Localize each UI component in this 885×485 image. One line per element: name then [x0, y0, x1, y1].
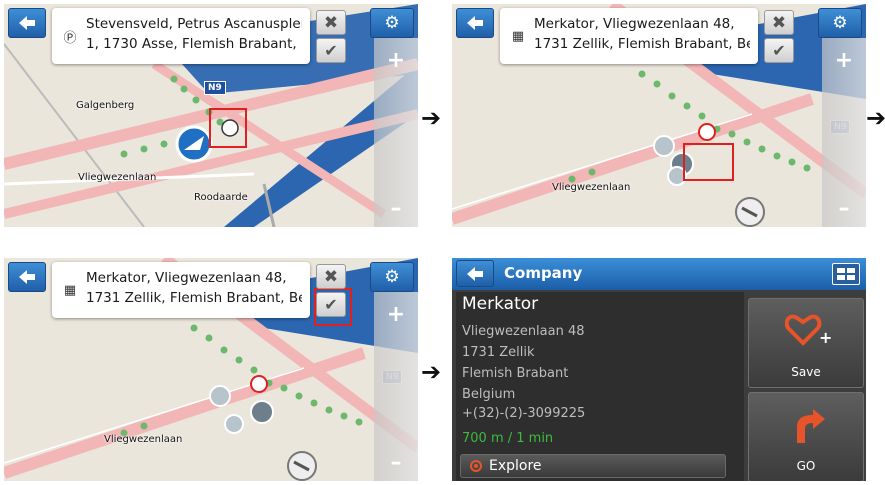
go-button[interactable]: GO	[748, 392, 864, 481]
address-callout[interactable]: Ⓟ Stevensveld, Petrus Ascanusplein 1, 17…	[52, 8, 310, 64]
back-button[interactable]	[456, 8, 494, 38]
back-arrow-icon	[467, 266, 483, 281]
building-icon: ▦	[63, 282, 77, 298]
back-button[interactable]	[8, 8, 46, 38]
map-panel-1: Galgenberg Vliegwezenlaan Roodaarde N9 Ⓟ…	[4, 4, 418, 227]
address-line-1: Stevensveld, Petrus Ascanusplein	[86, 16, 302, 32]
address-line-2: 1, 1730 Asse, Flemish Brabant, B...	[86, 36, 302, 52]
poi-phone: +(32)-(2)-3099225	[462, 406, 586, 421]
details-title: Company	[504, 264, 583, 282]
save-button[interactable]: + Save	[748, 298, 864, 388]
zoom-out-button[interactable]: –	[374, 442, 418, 481]
poi-distance: 700 m / 1 min	[462, 431, 554, 446]
go-label: GO	[796, 459, 816, 473]
address-line-1: Merkator, Vliegwezenlaan 48,	[534, 16, 735, 32]
checkmark-icon: ✔	[324, 41, 338, 60]
address-line-2: 1731 Zellik, Flemish Brabant, Bel...	[534, 36, 750, 52]
explore-label: Explore	[489, 458, 542, 474]
map-label-vliegwezenlaan: Vliegwezenlaan	[104, 434, 183, 445]
poi-region: Flemish Brabant	[462, 366, 569, 381]
address-line-1: Merkator, Vliegwezenlaan 48,	[86, 270, 287, 286]
map-label-galgenberg: Galgenberg	[76, 100, 135, 111]
target-poi-icon	[698, 123, 716, 141]
step-arrow-3: ➔	[421, 358, 442, 386]
map-label-roodaarde: Roodaarde	[194, 192, 248, 203]
back-arrow-icon	[467, 16, 483, 30]
menu-button[interactable]	[832, 263, 860, 285]
back-button[interactable]	[456, 260, 494, 287]
confirm-button[interactable]: ✔	[764, 38, 794, 63]
crosshair-icon	[470, 460, 482, 472]
poi-city: 1731 Zellik	[462, 345, 535, 360]
close-icon: ✖	[323, 266, 339, 287]
settings-button[interactable]: ⚙	[370, 8, 414, 38]
grid-icon	[837, 268, 855, 280]
zoom-in-button[interactable]: +	[822, 40, 866, 80]
poi-details-panel: Company Merkator Vliegwezenlaan 48 1731 …	[452, 258, 866, 481]
highlight-box	[683, 143, 734, 181]
map-panel-2: Vliegwezenlaan N9 ▦ Merkator, Vliegwezen…	[452, 4, 866, 227]
zoom-out-button[interactable]: –	[374, 188, 418, 227]
address-line-2: 1731 Zellik, Flemish Brabant, Bel...	[86, 290, 302, 306]
address-callout[interactable]: ▦ Merkator, Vliegwezenlaan 48, 1731 Zell…	[52, 262, 310, 318]
step-arrow-1: ➔	[421, 104, 442, 132]
poi-street: Vliegwezenlaan 48	[462, 324, 585, 339]
map-panel-3: Vliegwezenlaan N9 ▦ Merkator, Vliegwezen…	[4, 258, 418, 481]
gear-icon: ⚙	[832, 13, 848, 33]
checkmark-icon: ✔	[772, 41, 786, 60]
back-arrow-icon	[19, 16, 35, 30]
gear-icon: ⚙	[384, 13, 400, 33]
map-label-vliegwezenlaan: Vliegwezenlaan	[78, 172, 157, 183]
map-label-vliegwezenlaan: Vliegwezenlaan	[552, 182, 631, 193]
building-icon: ▦	[511, 28, 525, 44]
confirm-button[interactable]: ✔	[316, 292, 346, 317]
heart-plus-icon: +	[785, 314, 831, 347]
poi-country: Belgium	[462, 387, 516, 402]
highlight-box	[209, 108, 247, 148]
close-icon: ✖	[323, 12, 339, 33]
svg-text:+: +	[819, 328, 831, 347]
road-badge-n9: N9	[204, 81, 226, 95]
parking-icon: Ⓟ	[63, 30, 77, 46]
turn-arrow-icon	[797, 409, 825, 443]
zoom-in-button[interactable]: +	[374, 40, 418, 80]
explore-button[interactable]: Explore	[460, 454, 726, 478]
settings-button[interactable]: ⚙	[370, 262, 414, 292]
poi-name: Merkator	[462, 294, 539, 314]
back-arrow-icon	[19, 270, 35, 284]
gear-icon: ⚙	[384, 267, 400, 287]
close-icon: ✖	[771, 12, 787, 33]
address-callout[interactable]: ▦ Merkator, Vliegwezenlaan 48, 1731 Zell…	[500, 8, 758, 64]
checkmark-icon: ✔	[324, 295, 338, 314]
back-button[interactable]	[8, 262, 46, 292]
close-button[interactable]: ✖	[316, 10, 346, 35]
save-label: Save	[791, 365, 821, 379]
zoom-out-button[interactable]: –	[822, 188, 866, 227]
close-button[interactable]: ✖	[764, 10, 794, 35]
target-poi-icon	[250, 375, 268, 393]
confirm-button[interactable]: ✔	[316, 38, 346, 63]
zoom-in-button[interactable]: +	[374, 294, 418, 334]
step-arrow-2: ➔	[866, 104, 885, 132]
close-button[interactable]: ✖	[316, 264, 346, 289]
settings-button[interactable]: ⚙	[818, 8, 862, 38]
